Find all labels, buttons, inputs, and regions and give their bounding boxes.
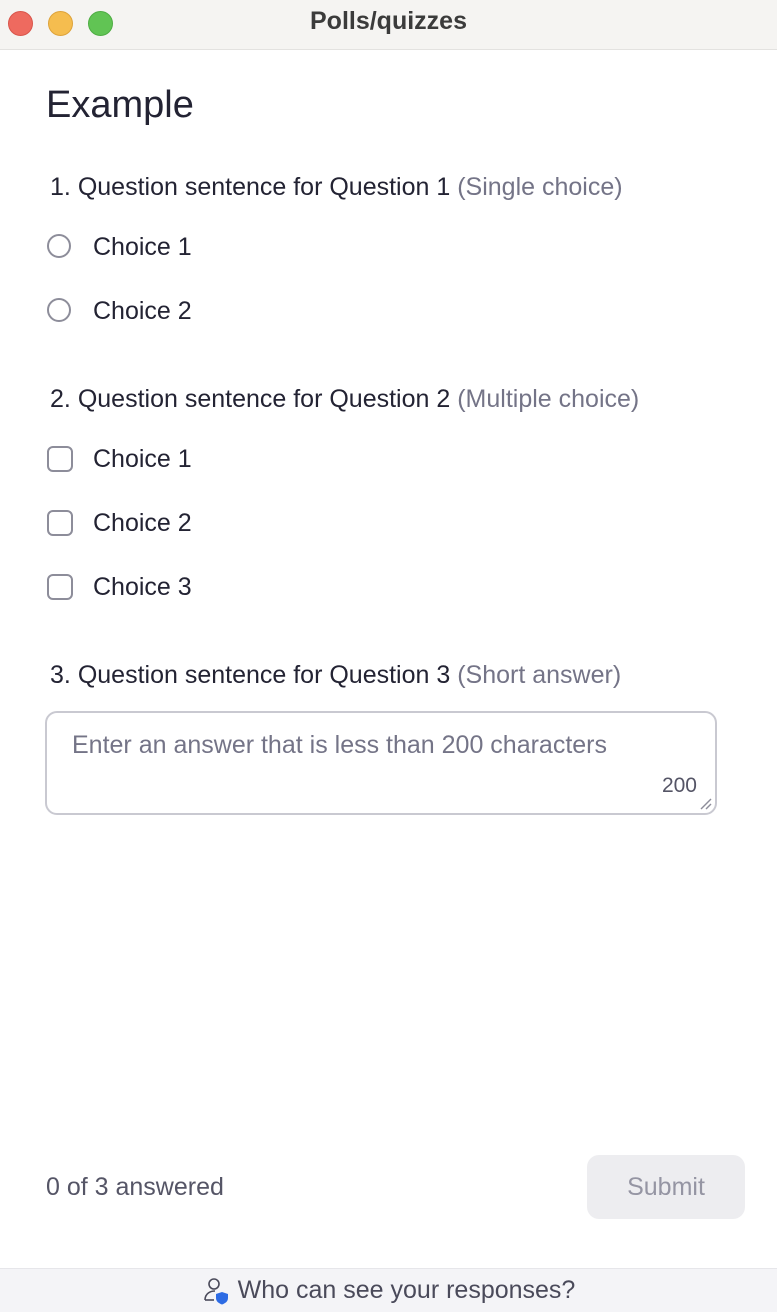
radio-button-icon[interactable] <box>47 234 71 258</box>
answered-count: 0 of 3 answered <box>46 1173 224 1201</box>
question-type: (Short answer) <box>457 661 622 689</box>
question-number: 1. <box>50 173 71 201</box>
window-title: Polls/quizzes <box>310 7 467 35</box>
question-type: (Multiple choice) <box>457 385 640 413</box>
short-answer-input[interactable]: Enter an answer that is less than 200 ch… <box>45 711 717 815</box>
question-number: 2. <box>50 385 71 413</box>
question-1-heading: 1. Question sentence for Question 1 (Sin… <box>50 173 623 202</box>
window-titlebar: Polls/quizzes <box>0 0 777 50</box>
character-counter: 200 <box>661 774 697 797</box>
checkbox-icon[interactable] <box>47 446 73 472</box>
choice-label: Choice 3 <box>93 573 192 601</box>
choice-label: Choice 1 <box>93 233 192 261</box>
answer-placeholder: Enter an answer that is less than 200 ch… <box>72 731 608 759</box>
resize-grip-icon[interactable] <box>698 796 712 810</box>
choice-label: Choice 1 <box>93 445 192 473</box>
question-text: Question sentence for Question 2 <box>77 385 451 413</box>
question-text: Question sentence for Question 1 <box>77 173 451 201</box>
privacy-footer[interactable]: Who can see your responses? <box>0 1268 777 1312</box>
question-type: (Single choice) <box>457 173 623 201</box>
checkbox-icon[interactable] <box>47 574 73 600</box>
checkbox-icon[interactable] <box>47 510 73 536</box>
question-text: Question sentence for Question 3 <box>77 661 451 689</box>
poll-title: Example <box>46 84 194 126</box>
user-shield-icon <box>203 1277 228 1304</box>
submit-button[interactable]: Submit <box>587 1155 745 1219</box>
privacy-link[interactable]: Who can see your responses? <box>238 1276 576 1305</box>
radio-button-icon[interactable] <box>47 298 71 322</box>
choice-label: Choice 2 <box>93 297 192 325</box>
question-number: 3. <box>50 661 71 689</box>
question-3-heading: 3. Question sentence for Question 3 (Sho… <box>50 661 621 690</box>
choice-label: Choice 2 <box>93 509 192 537</box>
question-2-heading: 2. Question sentence for Question 2 (Mul… <box>50 385 639 414</box>
